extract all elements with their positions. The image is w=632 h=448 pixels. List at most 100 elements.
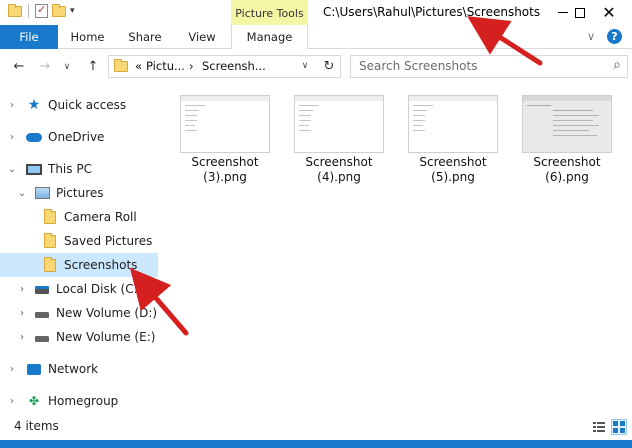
cloud-icon xyxy=(26,130,42,144)
title-bar: ▾ Picture Tools C:\Users\Rahul\Pictures\… xyxy=(0,0,632,25)
file-name-line2: (5).png xyxy=(431,170,475,184)
new-folder-icon[interactable] xyxy=(52,3,66,17)
nav-onedrive[interactable]: › OneDrive xyxy=(0,125,160,149)
nav-quick-access[interactable]: › ★ Quick access xyxy=(0,93,160,117)
recent-locations-button[interactable]: ∨ xyxy=(58,58,76,76)
drive-icon xyxy=(34,330,50,344)
nav-pictures[interactable]: ⌄ Pictures xyxy=(0,181,160,205)
item-count: 4 items xyxy=(14,419,59,433)
large-icons-view-button[interactable] xyxy=(611,419,627,435)
nav-homegroup[interactable]: › ✤ Homegroup xyxy=(0,389,160,413)
nav-label: Network xyxy=(48,362,99,376)
file-item[interactable]: Screenshot (3).png xyxy=(170,90,280,185)
nav-this-pc[interactable]: ⌄ This PC xyxy=(0,157,160,181)
thumbnail-image xyxy=(180,95,270,153)
nav-label: New Volume (D:) xyxy=(56,306,158,320)
file-name-line1: Screenshot xyxy=(191,155,259,169)
file-list: Screenshot (3).png Screenshot (4).png Sc… xyxy=(168,90,628,410)
breadcrumb-screenshots[interactable]: Screensh... xyxy=(202,59,266,73)
expand-icon[interactable]: › xyxy=(16,332,28,343)
breadcrumb-overflow[interactable]: « xyxy=(135,59,142,73)
computer-icon xyxy=(26,162,42,176)
nav-screenshots[interactable]: Screenshots xyxy=(0,253,158,277)
search-icon: ⌕ xyxy=(613,57,621,73)
separator xyxy=(28,4,29,18)
nav-label: Pictures xyxy=(56,186,104,200)
refresh-button[interactable]: ↻ xyxy=(318,55,341,78)
details-view-icon xyxy=(593,422,605,432)
nav-label: Local Disk (C:) xyxy=(56,282,143,296)
breadcrumb-separator: › xyxy=(189,59,194,73)
file-name-line1: Screenshot xyxy=(419,155,487,169)
expand-icon[interactable]: › xyxy=(6,100,18,111)
nav-volume-e[interactable]: › New Volume (E:) xyxy=(0,325,160,349)
tab-home[interactable]: Home xyxy=(60,25,115,49)
collapse-icon[interactable]: ⌄ xyxy=(6,164,18,175)
properties-icon[interactable] xyxy=(35,3,48,18)
expand-icon[interactable]: › xyxy=(16,284,28,295)
nav-label: Homegroup xyxy=(48,394,119,408)
pictures-icon xyxy=(34,186,50,200)
up-button[interactable]: ↑ xyxy=(84,58,102,76)
close-button[interactable]: ✕ xyxy=(586,0,632,25)
nav-label: Camera Roll xyxy=(64,210,137,224)
window-border xyxy=(0,440,632,448)
file-item[interactable]: Screenshot (4).png xyxy=(284,90,394,185)
back-button[interactable]: ← xyxy=(10,58,28,76)
quick-access-toolbar: ▾ xyxy=(8,3,75,18)
nav-network[interactable]: › Network xyxy=(0,357,160,381)
folder-icon xyxy=(8,3,22,17)
drive-icon xyxy=(34,306,50,320)
nav-label: Screenshots xyxy=(64,258,138,272)
navigation-pane: › ★ Quick access › OneDrive ⌄ This PC ⌄ … xyxy=(0,85,160,415)
address-dropdown-icon[interactable]: ∨ xyxy=(296,55,314,78)
search-box[interactable]: Search Screenshots ⌕ xyxy=(350,55,628,78)
nav-camera-roll[interactable]: Camera Roll xyxy=(0,205,160,229)
breadcrumb-pictures[interactable]: Pictu... xyxy=(146,59,185,73)
file-name-line2: (6).png xyxy=(545,170,589,184)
nav-label: This PC xyxy=(48,162,92,176)
expand-ribbon-icon[interactable]: ∨ xyxy=(587,30,595,43)
nav-volume-d[interactable]: › New Volume (D:) xyxy=(0,301,160,325)
tab-manage[interactable]: Manage xyxy=(231,25,308,49)
file-name-line2: (4).png xyxy=(317,170,361,184)
maximize-icon xyxy=(575,7,585,18)
folder-icon xyxy=(42,208,58,224)
file-name-line2: (3).png xyxy=(203,170,247,184)
large-icons-view-icon xyxy=(613,421,625,433)
file-item[interactable]: Screenshot (5).png xyxy=(398,90,508,185)
details-view-button[interactable] xyxy=(591,419,607,435)
forward-button[interactable]: → xyxy=(36,58,54,76)
expand-icon[interactable]: › xyxy=(6,132,18,143)
tab-share[interactable]: Share xyxy=(117,25,173,49)
navigation-bar: ← → ∨ ↑ « Pictu... › Screensh... ∨ ↻ Sea… xyxy=(0,49,632,85)
folder-icon xyxy=(114,59,128,72)
customize-toolbar-icon[interactable]: ▾ xyxy=(70,6,75,16)
expand-icon[interactable]: › xyxy=(6,364,18,375)
expand-icon[interactable]: › xyxy=(16,308,28,319)
tab-view[interactable]: View xyxy=(175,25,229,49)
nav-saved-pictures[interactable]: Saved Pictures xyxy=(0,229,160,253)
file-item[interactable]: Screenshot (6).png xyxy=(512,90,622,185)
file-name-line1: Screenshot xyxy=(533,155,601,169)
help-icon[interactable]: ? xyxy=(607,29,622,44)
expand-icon[interactable]: › xyxy=(6,396,18,407)
homegroup-icon: ✤ xyxy=(28,394,40,408)
collapse-icon[interactable]: ⌄ xyxy=(16,188,28,199)
picture-tools-label: Picture Tools xyxy=(231,0,308,25)
thumbnail-image xyxy=(408,95,498,153)
tab-file[interactable]: File xyxy=(0,25,58,49)
ribbon-controls: ∨ ? xyxy=(587,29,622,44)
nav-local-disk-c[interactable]: › Local Disk (C:) xyxy=(0,277,160,301)
file-name-line1: Screenshot xyxy=(305,155,373,169)
drive-icon xyxy=(34,282,50,296)
status-bar: 4 items xyxy=(0,415,632,440)
ribbon-tabs: File Home Share View Manage ∨ ? xyxy=(0,25,632,49)
star-icon: ★ xyxy=(27,97,41,113)
close-icon: ✕ xyxy=(602,2,616,22)
thumbnail-image xyxy=(522,95,612,153)
network-icon xyxy=(26,362,42,376)
nav-label: OneDrive xyxy=(48,130,105,144)
thumbnail-image xyxy=(294,95,384,153)
window-title: C:\Users\Rahul\Pictures\Screenshots xyxy=(323,5,541,19)
